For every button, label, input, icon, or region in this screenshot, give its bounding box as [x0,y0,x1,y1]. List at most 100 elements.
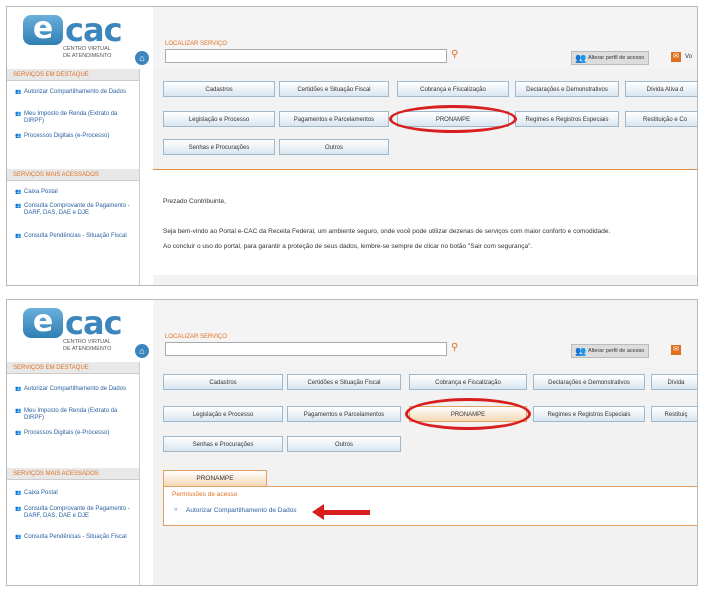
category-button[interactable]: Declarações e Demonstrativos [515,81,619,97]
ecac-screenshot-home: e cac CENTRO VIRTUAL DE ATENDIMENTO ⌂ LO… [6,6,698,286]
pronampe-panel: Permissões de acesso » Autorizar Compart… [163,486,697,526]
bullet-icon: » [174,507,178,513]
ecac-screenshot-pronampe: e cac CENTRO VIRTUAL DE ATENDIMENTO ⌂ LO… [6,299,698,586]
permissions-title: Permissões de acesso [172,491,238,498]
category-button[interactable]: Restituiç [651,406,697,422]
sidebar-item-digital-processes[interactable]: 👥 Processos Digitais (e-Processo) [15,430,133,437]
change-profile-button[interactable]: 👥 Alterar perfil de acesso [571,344,650,358]
category-button[interactable]: Pagamentos e Parcelamentos [287,406,401,422]
category-button[interactable]: Senhas e Procurações [163,139,275,155]
logo-text: cac [65,304,123,342]
people-icon: 👥 [15,133,22,139]
sidebar-item-income-tax[interactable]: 👥 Meu Imposto de Renda (Extrato da DIRPF) [15,111,133,125]
search-label: LOCALIZAR SERVIÇO [165,334,227,340]
people-icon: 👥 [15,430,22,436]
mail-icon[interactable]: ✉ [671,52,681,62]
category-button[interactable]: Cadastros [163,374,283,390]
search-icon[interactable]: ⚲ [451,343,461,353]
home-icon[interactable]: ⌂ [135,344,149,358]
header: e cac CENTRO VIRTUAL DE ATENDIMENTO ⌂ LO… [7,7,697,70]
category-button[interactable]: Senhas e Procurações [163,436,283,452]
messages-label[interactable]: Vo [685,52,692,62]
logo-e-mark: e [23,307,63,338]
category-button[interactable]: Restituição e Co [625,111,697,127]
category-button[interactable]: Certidões e Situação Fiscal [279,81,389,97]
mail-icon[interactable]: ✉ [671,345,681,355]
category-button[interactable]: Cobrança e Fiscalização [397,81,509,97]
logo-subtitle: DE ATENDIMENTO [63,346,112,352]
home-icon[interactable]: ⌂ [135,51,149,65]
sidebar-item-income-tax[interactable]: 👥 Meu Imposto de Renda (Extrato da DIRPF) [15,408,133,422]
logo-subtitle: DE ATENDIMENTO [63,53,112,59]
category-button[interactable]: Certidões e Situação Fiscal [287,374,401,390]
category-button[interactable]: Cobrança e Fiscalização [409,374,527,390]
sidebar-item-pending-issues[interactable]: 👥 Consulta Pendências - Situação Fiscal [15,233,133,240]
sidebar-item-payment-receipt[interactable]: 👥 Consulta Comprovante de Pagamento - DAR… [15,203,133,217]
category-button[interactable]: Dívida Ativa d [625,81,697,97]
logo-subtitle: CENTRO VIRTUAL [63,339,111,345]
people-icon: 👥 [575,53,587,63]
search-input[interactable] [165,49,447,63]
people-icon: 👥 [15,490,22,496]
sidebar-item-share-data[interactable]: 👥 Autorizar Compartilhamento de Dados [15,386,133,393]
change-profile-button[interactable]: 👥 Alterar perfil de acesso [571,51,650,65]
tab-pronampe[interactable]: PRONAMPE [163,470,267,486]
people-icon: 👥 [15,233,22,239]
sidebar-item-digital-processes[interactable]: 👥 Processos Digitais (e-Processo) [15,133,133,140]
highlight-ring [389,105,517,133]
ecac-logo[interactable]: e cac CENTRO VIRTUAL DE ATENDIMENTO ⌂ [23,11,149,65]
people-icon: 👥 [15,203,22,209]
category-button[interactable]: Regimes e Registros Especiais [515,111,619,127]
category-button[interactable]: Declarações e Demonstrativos [533,374,645,390]
featured-services-title: SERVIÇOS EM DESTAQUE [7,69,139,81]
main-content: Cadastros Certidões e Situação Fiscal Co… [153,362,697,585]
people-icon: 👥 [15,534,22,540]
main-content: Cadastros Certidões e Situação Fiscal Co… [153,69,697,285]
people-icon: 👥 [15,89,22,95]
welcome-line: Ao concluir o uso do portal, para garant… [163,243,533,250]
logo-subtitle: CENTRO VIRTUAL [63,46,111,52]
arrow-shaft [322,510,370,515]
sidebar-item-mailbox[interactable]: 👥 Caixa Postal [15,490,133,497]
ecac-logo[interactable]: e cac CENTRO VIRTUAL DE ATENDIMENTO ⌂ [23,304,149,358]
category-button[interactable]: Cadastros [163,81,275,97]
logo-text: cac [65,11,123,49]
sidebar: SERVIÇOS EM DESTAQUE 👥 Autorizar Comparti… [7,362,140,585]
most-accessed-title: SERVIÇOS MAIS ACESSADOS [7,169,139,181]
category-button[interactable]: Dívida [651,374,697,390]
change-profile-label: Alterar perfil de acesso [588,55,645,61]
permission-item[interactable]: » Autorizar Compartilhamento de Dados [174,507,297,514]
sidebar-item-mailbox[interactable]: 👥 Caixa Postal [15,189,133,196]
welcome-line: Seja bem-vindo ao Portal e-CAC da Receit… [163,228,611,235]
category-button[interactable]: Regimes e Registros Especiais [533,406,645,422]
sidebar-item-payment-receipt[interactable]: 👥 Consulta Comprovante de Pagamento - DAR… [15,506,133,520]
highlight-ring [405,398,531,430]
welcome-message: Prezado Contribuinte, Seja bem-vindo ao … [153,169,697,275]
category-button[interactable]: Outros [287,436,401,452]
authorize-data-sharing-link[interactable]: Autorizar Compartilhamento de Dados [174,507,297,514]
people-icon: 👥 [575,346,587,356]
featured-services-title: SERVIÇOS EM DESTAQUE [7,362,139,374]
category-button[interactable]: Legislação e Processo [163,406,283,422]
people-icon: 👥 [15,408,22,414]
category-button[interactable]: Outros [279,139,389,155]
sidebar: SERVIÇOS EM DESTAQUE 👥 Autorizar Comparti… [7,69,140,285]
sidebar-item-share-data[interactable]: 👥 Autorizar Compartilhamento de Dados [15,89,133,96]
change-profile-label: Alterar perfil de acesso [588,348,645,354]
people-icon: 👥 [15,506,22,512]
people-icon: 👥 [15,111,22,117]
people-icon: 👥 [15,386,22,392]
people-icon: 👥 [15,189,22,195]
search-icon[interactable]: ⚲ [451,50,461,60]
category-button[interactable]: Pagamentos e Parcelamentos [279,111,389,127]
search-label: LOCALIZAR SERVIÇO [165,41,227,47]
sidebar-item-pending-issues[interactable]: 👥 Consulta Pendências - Situação Fiscal [15,534,133,541]
logo-e-mark: e [23,14,63,45]
header: e cac CENTRO VIRTUAL DE ATENDIMENTO ⌂ LO… [7,300,697,363]
header-search-area: LOCALIZAR SERVIÇO ⚲ 👥 Alterar perfil de … [153,7,697,70]
search-input[interactable] [165,342,447,356]
category-button[interactable]: Legislação e Processo [163,111,275,127]
header-search-area: LOCALIZAR SERVIÇO ⚲ 👥 Alterar perfil de … [153,300,697,363]
welcome-greeting: Prezado Contribuinte, [163,198,226,205]
most-accessed-title: SERVIÇOS MAIS ACESSADOS [7,468,139,480]
